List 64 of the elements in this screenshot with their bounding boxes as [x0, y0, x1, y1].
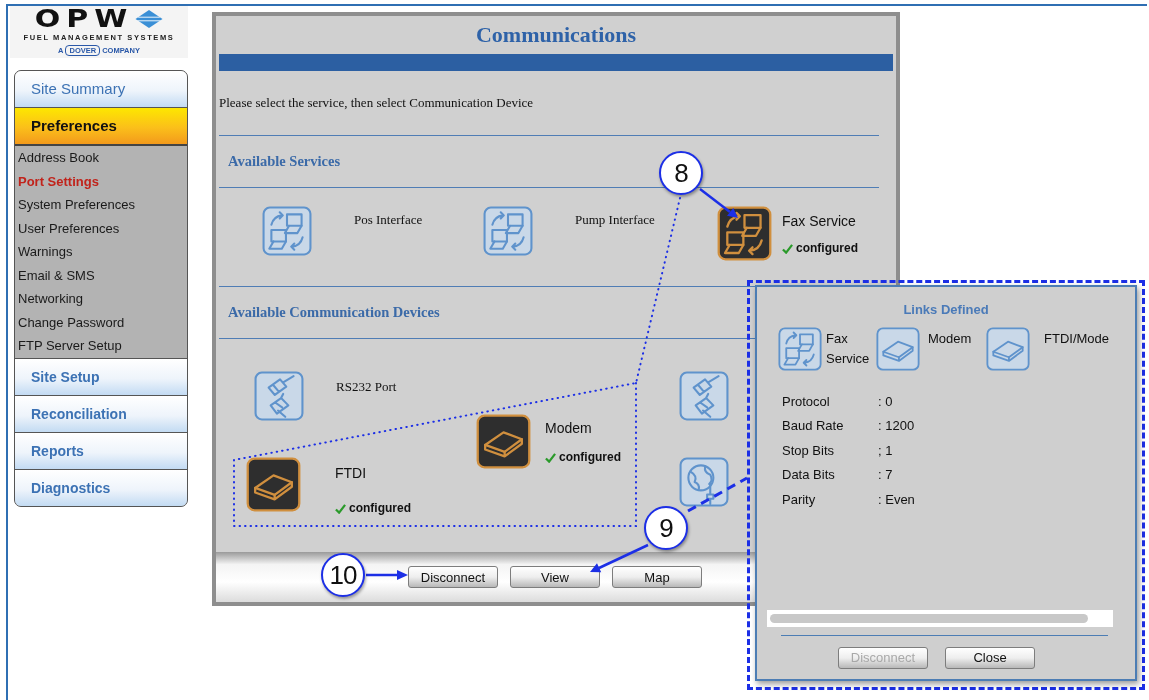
field-value: : 1200	[878, 418, 915, 434]
drive-icon	[876, 327, 920, 371]
field-label: Stop Bits	[782, 442, 836, 458]
link-label: Modem	[927, 330, 973, 348]
network-computers-icon[interactable]	[717, 206, 772, 261]
page-title: Communications	[474, 21, 638, 49]
dialog-button[interactable]: Close	[945, 646, 1035, 669]
globe-icon[interactable]	[679, 457, 729, 507]
submenu-item[interactable]: System Preferences	[15, 193, 187, 217]
field-value: : Even	[878, 491, 915, 507]
section-heading: Available Services	[228, 152, 341, 171]
drive-icon	[986, 327, 1030, 371]
status-text: configured	[796, 241, 858, 255]
device-label: FTDI	[335, 465, 368, 481]
logo-wordmark: OPW	[34, 8, 134, 30]
instruction-text: Please select the service, then select Communication Device	[219, 95, 535, 112]
nav-item[interactable]: Diagnostics	[15, 469, 187, 506]
nav-item[interactable]: Reports	[15, 432, 187, 470]
field-label: Protocol	[782, 393, 831, 409]
submenu-item[interactable]: Warnings	[15, 240, 187, 264]
action-button[interactable]: Map	[612, 566, 702, 588]
nav-item[interactable]: Site Summary	[15, 71, 187, 108]
check-icon	[335, 502, 346, 514]
callout-arrow	[699, 188, 738, 218]
drive-icon[interactable]	[476, 414, 531, 469]
serial-cable-icon[interactable]	[254, 371, 304, 421]
field-label: Baud Rate	[782, 418, 845, 434]
scrollbar-thumb[interactable]	[770, 613, 1088, 623]
serial-cable-icon[interactable]	[679, 371, 729, 421]
section-heading: Available Communication Devices	[228, 303, 440, 322]
dialog-title: Links Defined	[902, 302, 990, 317]
service-label: Fax Service	[782, 213, 857, 229]
submenu-item[interactable]: FTP Server Setup	[15, 334, 187, 358]
diamond-icon	[135, 10, 164, 28]
field-value: ; 1	[878, 442, 893, 458]
field-value: : 0	[878, 393, 893, 409]
action-button[interactable]: View	[510, 566, 600, 588]
callout-arrow	[590, 543, 649, 573]
field-value: : 7	[878, 467, 893, 483]
submenu-item[interactable]: User Preferences	[15, 216, 187, 240]
check-icon	[782, 242, 793, 254]
network-computers-icon	[778, 327, 822, 371]
service-label: Pump Interface	[575, 212, 655, 228]
nav-item[interactable]: Reconciliation	[15, 395, 187, 433]
device-label: Modem	[545, 420, 593, 436]
action-button[interactable]: Disconnect	[408, 566, 498, 588]
nav-item[interactable]: Site Setup	[15, 357, 187, 396]
scrollbar[interactable]	[767, 609, 1113, 627]
field-label: Parity	[782, 491, 817, 507]
status-text: configured	[559, 450, 621, 464]
callout-arrow	[366, 570, 408, 580]
check-icon	[545, 451, 556, 463]
status-text: configured	[349, 501, 411, 515]
service-label: Pos Interface	[354, 212, 423, 228]
link-label: Fax Service	[825, 330, 871, 368]
drive-icon[interactable]	[246, 457, 301, 512]
link-label: FTDI/Mode	[1043, 330, 1109, 348]
submenu-item[interactable]: Address Book	[15, 146, 187, 170]
field-label: Data Bits	[782, 467, 836, 483]
device-label: RS232 Port	[336, 379, 397, 395]
submenu-item[interactable]: Email & SMS	[15, 263, 187, 287]
nav-item[interactable]: Preferences	[15, 108, 187, 146]
submenu-item[interactable]: Networking	[15, 287, 187, 311]
submenu-item[interactable]: Change Password	[15, 310, 187, 334]
